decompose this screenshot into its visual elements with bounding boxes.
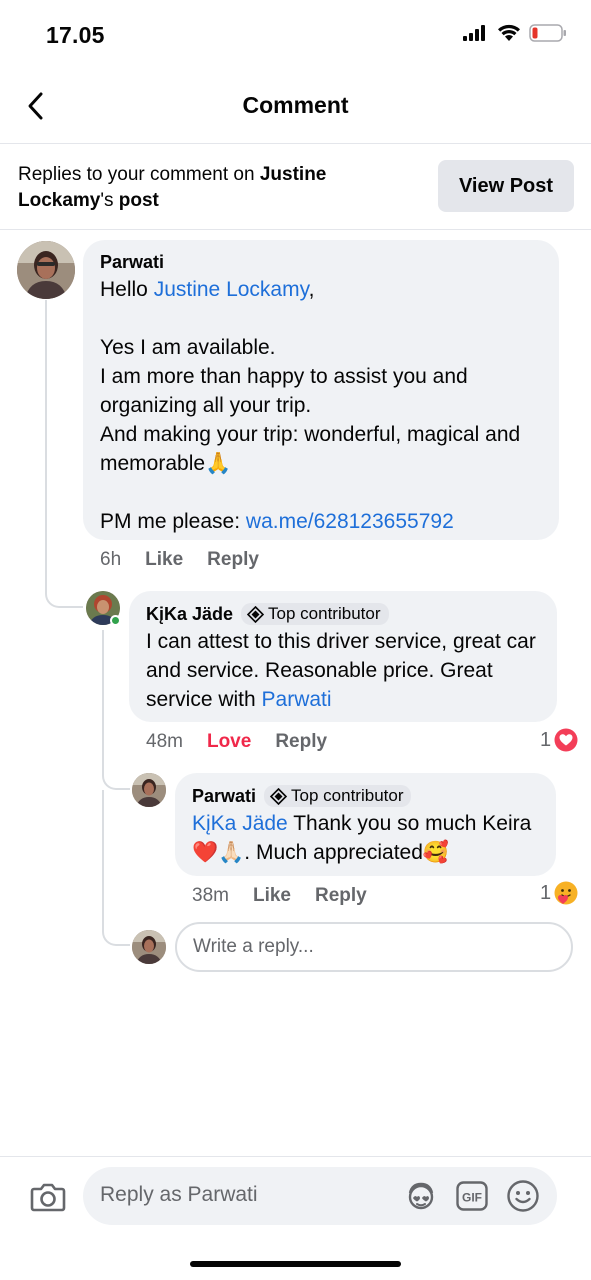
reply-button[interactable]: Reply xyxy=(315,885,367,907)
svg-text:GIF: GIF xyxy=(462,1191,482,1205)
comment-author[interactable]: Parwati xyxy=(100,252,542,273)
status-bar: 17.05 xyxy=(0,0,591,70)
top-contributor-icon xyxy=(247,605,265,623)
comment-timestamp: 38m xyxy=(192,885,229,906)
comment-author-row: Parwati Top contributor xyxy=(192,785,539,807)
avatar-sticker-button[interactable] xyxy=(404,1179,438,1213)
context-text: Replies to your comment on Justine Locka… xyxy=(18,162,418,214)
like-button[interactable]: Like xyxy=(253,885,291,907)
comment-actions: 38m Like Reply xyxy=(192,885,367,907)
comment-actions: 48m Love Reply xyxy=(146,731,327,753)
emoji-icon xyxy=(507,1180,539,1212)
comment-line: And making your trip: wonderful, magical… xyxy=(100,423,521,475)
thread-connector-reply-1 xyxy=(45,580,83,608)
comment-text: KįKa Jäde Thank you so much Keira ❤️🙏🏻. … xyxy=(192,809,539,867)
avatar[interactable] xyxy=(132,773,166,807)
mention-link[interactable]: Justine Lockamy xyxy=(154,278,309,301)
care-reaction-icon xyxy=(554,881,578,905)
greeting-text: Hello xyxy=(100,278,154,301)
gif-button[interactable]: GIF xyxy=(455,1179,489,1213)
comment-line: I am more than happy to assist you and o… xyxy=(100,365,468,417)
heart-reaction-icon xyxy=(554,728,578,752)
comment-text: I can attest to this driver service, gre… xyxy=(146,627,540,714)
comment-author[interactable]: KįKa Jäde xyxy=(146,604,233,625)
page-title: Comment xyxy=(242,92,349,118)
reply-button[interactable]: Reply xyxy=(207,549,259,571)
online-status-dot xyxy=(110,615,121,626)
avatar[interactable] xyxy=(17,241,75,299)
badge-label: Top contributor xyxy=(268,604,381,623)
context-banner: Replies to your comment on Justine Locka… xyxy=(0,144,591,230)
context-post-word: post xyxy=(118,190,159,211)
status-time: 17.05 xyxy=(46,22,105,48)
write-reply-input[interactable]: Write a reply... xyxy=(175,922,573,972)
wifi-icon xyxy=(498,24,520,41)
top-contributor-badge: Top contributor xyxy=(241,603,389,625)
comment-timestamp: 48m xyxy=(146,731,183,752)
avatar xyxy=(132,930,166,964)
love-button[interactable]: Love xyxy=(207,731,251,753)
cellular-signal-icon xyxy=(463,25,485,41)
reaction-summary[interactable]: 1 xyxy=(540,881,578,905)
top-contributor-badge: Top contributor xyxy=(264,785,412,807)
camera-button[interactable] xyxy=(28,1177,68,1217)
nav-header: Comment xyxy=(0,70,591,144)
comment-bubble[interactable]: KįKa Jäde Top contributor I can attest t… xyxy=(129,591,557,722)
avatar-sticker-icon xyxy=(408,1182,434,1210)
comment-timestamp: 6h xyxy=(100,549,122,570)
thread-line-main xyxy=(45,300,47,590)
pm-prefix: PM me please: xyxy=(100,510,246,533)
mention-link[interactable]: Parwati xyxy=(262,688,332,711)
greeting-end: , xyxy=(308,278,315,301)
context-prefix: Replies to your comment on xyxy=(18,164,260,185)
emoji-button[interactable] xyxy=(506,1179,540,1213)
thread-connector-write xyxy=(102,790,130,946)
avatar[interactable] xyxy=(86,591,121,626)
write-reply-placeholder: Write a reply... xyxy=(193,936,314,957)
thread-line-reply xyxy=(102,630,104,770)
comment-actions: 6h Like Reply xyxy=(100,549,259,571)
battery-low-icon xyxy=(529,24,566,42)
home-indicator xyxy=(190,1261,401,1267)
reply-composer-input[interactable]: Reply as Parwati GIF xyxy=(83,1167,557,1225)
top-contributor-icon xyxy=(270,787,288,805)
comment-bubble[interactable]: Parwati Hello Justine Lockamy, Yes I am … xyxy=(83,240,559,540)
reaction-summary[interactable]: 1 xyxy=(540,728,578,752)
comment-bubble[interactable]: Parwati Top contributor KįKa Jäde Thank … xyxy=(175,773,556,876)
context-possessive: 's xyxy=(100,190,119,211)
status-icons xyxy=(463,24,567,42)
whatsapp-link[interactable]: wa.me/628123655792 xyxy=(246,510,454,533)
like-button[interactable]: Like xyxy=(145,549,183,571)
comment-line: Yes I am available. xyxy=(100,336,276,359)
reply-button[interactable]: Reply xyxy=(275,731,327,753)
comment-body: I can attest to this driver service, gre… xyxy=(146,630,536,711)
comment-text: Hello Justine Lockamy, Yes I am availabl… xyxy=(100,275,542,536)
thread-connector-reply-2 xyxy=(102,760,130,790)
comment-author-row: KįKa Jäde Top contributor xyxy=(146,603,540,625)
reaction-count: 1 xyxy=(540,728,552,751)
comment-author[interactable]: Parwati xyxy=(192,786,256,807)
badge-label: Top contributor xyxy=(291,786,404,805)
gif-icon: GIF xyxy=(456,1181,488,1211)
reaction-count: 1 xyxy=(540,881,552,904)
view-post-button[interactable]: View Post xyxy=(438,160,574,212)
composer-placeholder: Reply as Parwati xyxy=(100,1183,258,1206)
mention-link[interactable]: KįKa Jäde xyxy=(192,812,288,835)
camera-icon xyxy=(30,1183,66,1212)
